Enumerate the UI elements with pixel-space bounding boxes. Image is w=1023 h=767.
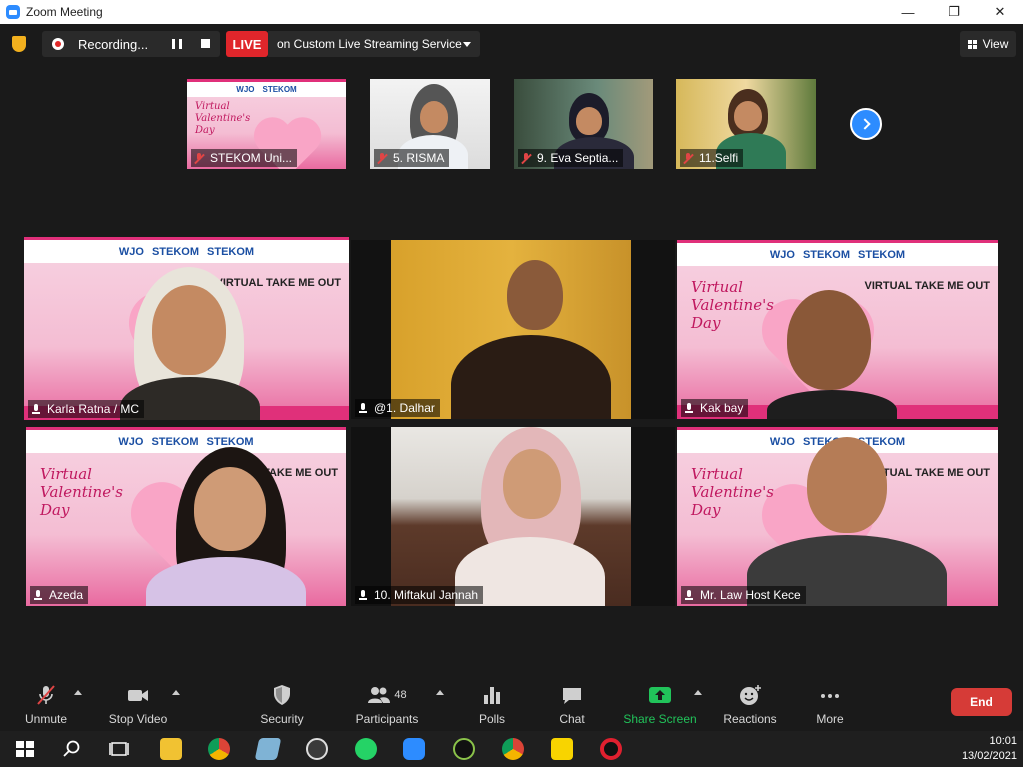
reactions-button[interactable]: Reactions — [723, 680, 777, 726]
mic-muted-icon — [377, 152, 387, 164]
strip-tile[interactable]: 5. RISMA — [370, 79, 490, 169]
meeting-topbar: Recording... LIVE on Custom Live Streami… — [0, 24, 1023, 64]
logo-stekom: STEKOM — [262, 85, 297, 94]
participant-name: 5. RISMA — [374, 149, 450, 167]
zoom-taskbar-icon[interactable] — [403, 738, 425, 760]
window-titlebar: Zoom Meeting — ❐ ✕ — [0, 0, 1023, 24]
view-label: View — [982, 37, 1009, 51]
notepad-icon[interactable] — [254, 738, 282, 760]
video-tile[interactable]: WJO STEKOM STEKOM Virtual Valentine's Day … — [26, 427, 346, 606]
whatsapp-icon[interactable] — [355, 738, 377, 760]
stop-video-button[interactable]: Stop Video — [108, 680, 168, 726]
banner-tagline: VIRTUAL TAKE ME OUT — [215, 277, 341, 289]
unmute-button[interactable]: Unmute — [24, 680, 68, 726]
participant-name: Mr. Law Host Kece — [681, 586, 806, 604]
security-button[interactable]: Security — [260, 680, 304, 726]
pen-app-icon[interactable] — [453, 738, 475, 760]
video-tile[interactable]: WJO STEKOM STEKOM Virtual Valentine's Day … — [677, 240, 998, 419]
sticky-notes-icon[interactable] — [551, 738, 573, 760]
strip-tile[interactable]: 9. Eva Septia... — [514, 79, 653, 169]
shield-icon — [274, 685, 290, 705]
pause-recording-icon[interactable] — [172, 39, 182, 49]
chevron-right-icon — [858, 118, 871, 130]
audio-options-caret[interactable] — [74, 690, 82, 695]
mic-muted-icon — [194, 152, 204, 164]
banner-script: Virtual Valentine's Day — [195, 101, 251, 136]
clock-date: 13/02/2021 — [961, 750, 1017, 762]
share-screen-icon — [649, 687, 671, 703]
chat-button[interactable]: Chat — [558, 680, 586, 726]
participant-name: @1. Dalhar — [355, 399, 440, 417]
mic-on-icon — [33, 589, 43, 601]
logo-wjo: WJO — [236, 85, 255, 94]
chrome-icon[interactable] — [208, 738, 230, 760]
end-meeting-button[interactable]: End — [951, 688, 1012, 716]
maximize-button[interactable]: ❐ — [931, 0, 977, 24]
mic-on-icon — [684, 402, 694, 414]
zoom-app-icon — [6, 5, 20, 19]
next-page-button[interactable] — [850, 108, 882, 140]
recording-label: Recording... — [78, 36, 149, 52]
live-badge: LIVE — [226, 31, 268, 57]
obs-icon[interactable] — [306, 738, 328, 760]
file-explorer-icon[interactable] — [160, 738, 182, 760]
participants-button[interactable]: 48 Participants — [356, 680, 418, 726]
mic-on-icon — [684, 589, 694, 601]
strip-tile[interactable]: 11.Selfi — [676, 79, 816, 169]
video-camera-icon — [128, 690, 148, 701]
opera-icon[interactable] — [600, 738, 622, 760]
mic-muted-icon — [37, 685, 55, 705]
participant-name: 9. Eva Septia... — [518, 149, 624, 167]
stop-recording-icon[interactable] — [201, 39, 210, 48]
participants-options-caret[interactable] — [436, 690, 444, 695]
participant-name: Azeda — [30, 586, 89, 604]
chat-bubble-icon — [563, 688, 581, 704]
video-tile-active-speaker[interactable]: WJO STEKOM STEKOM VIRTUAL TAKE ME OUT Karl… — [24, 237, 349, 420]
mic-on-icon — [358, 589, 368, 601]
participant-name: 10. Miftakul Jannah — [355, 586, 484, 604]
video-tile[interactable]: @1. Dalhar — [351, 240, 675, 419]
window-title: Zoom Meeting — [26, 5, 103, 19]
smiley-plus-icon — [740, 685, 761, 705]
polls-button[interactable]: Polls — [478, 680, 506, 726]
chevron-down-icon — [463, 42, 471, 47]
video-options-caret[interactable] — [172, 690, 180, 695]
encryption-shield-icon[interactable] — [12, 36, 26, 52]
mic-on-icon — [31, 403, 41, 415]
recording-indicator: Recording... — [42, 31, 220, 57]
close-button[interactable]: ✕ — [977, 0, 1023, 24]
participant-name: Kak bay — [681, 399, 749, 417]
mic-on-icon — [358, 402, 368, 414]
bar-chart-icon — [484, 687, 500, 704]
participant-name: 11.Selfi — [680, 149, 744, 167]
windows-start-icon[interactable] — [14, 738, 36, 760]
minimize-button[interactable]: — — [885, 0, 931, 24]
share-options-caret[interactable] — [694, 690, 702, 695]
participant-name: Karla Ratna / MC — [28, 400, 145, 418]
view-button[interactable]: View — [960, 31, 1016, 57]
record-icon — [52, 38, 64, 50]
taskbar-clock[interactable]: 10:01 13/02/2021 — [962, 734, 1017, 764]
more-button[interactable]: More — [815, 680, 845, 726]
clock-time: 10:01 — [989, 735, 1017, 747]
windows-taskbar: 10:01 13/02/2021 — [0, 731, 1023, 767]
grid-icon — [967, 39, 978, 49]
meeting-toolbar: Unmute Stop Video Security 48 Participan… — [0, 674, 1023, 731]
task-view-icon[interactable] — [108, 738, 130, 760]
live-service-dropdown[interactable]: on Custom Live Streaming Service — [268, 31, 480, 57]
participants-count: 48 — [394, 689, 407, 701]
mic-muted-icon — [683, 152, 693, 164]
mic-muted-icon — [521, 152, 531, 164]
live-service-label: on Custom Live Streaming Service — [277, 37, 462, 51]
chrome-alt-icon[interactable] — [502, 738, 524, 760]
search-icon[interactable] — [61, 738, 83, 760]
strip-tile[interactable]: WJO STEKOM Virtual Valentine's Day STEKOM… — [187, 79, 346, 169]
share-screen-button[interactable]: Share Screen — [623, 680, 697, 726]
participants-icon — [368, 687, 391, 703]
video-tile[interactable]: 10. Miftakul Jannah — [351, 427, 675, 606]
more-dots-icon — [821, 694, 839, 698]
video-tile[interactable]: WJO STEKOM STEKOM Virtual Valentine's Day … — [677, 427, 998, 606]
participant-name: STEKOM Uni... — [191, 149, 298, 167]
